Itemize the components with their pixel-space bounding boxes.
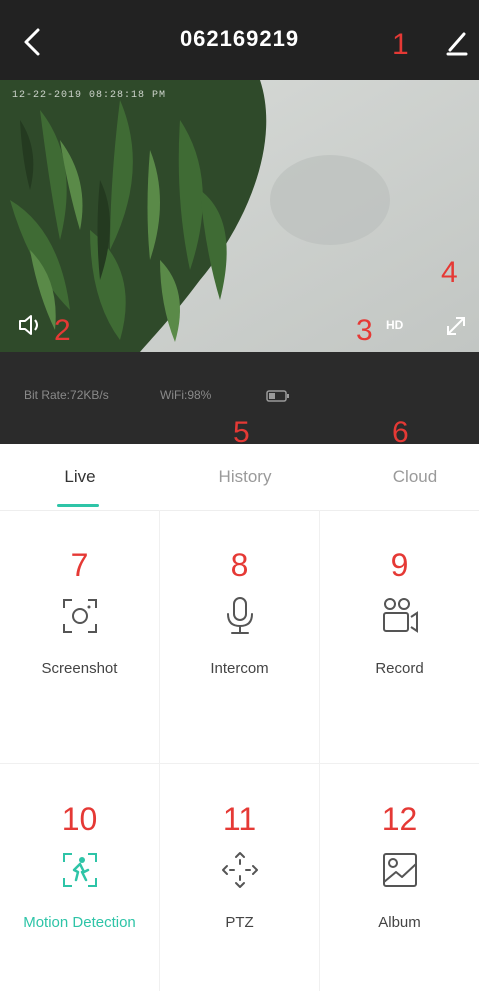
record-label: Record [375,660,424,677]
intercom-label: Intercom [210,660,269,677]
edit-button[interactable] [440,24,474,60]
speaker-icon [19,315,38,335]
live-video-view[interactable]: 12-22-2019 08:28:18 PM 2 3 HD 4 [0,80,479,352]
annotation-number-8: 8 [230,547,249,583]
tab-live[interactable]: Live [0,444,160,510]
album-label: Album [378,914,421,931]
annotation-number-3: 3 [356,314,373,347]
wifi-strength-text: WiFi:98% [160,388,212,402]
ptz-button[interactable]: 11 PTZ [160,764,319,1004]
fullscreen-button[interactable] [442,312,470,340]
annotation-number-6: 6 [392,416,409,449]
expand-icon [447,317,465,335]
album-icon [382,853,417,887]
pencil-icon [446,32,468,56]
motion-detection-button[interactable]: 10 Motion Detection [0,764,159,1004]
tab-history[interactable]: History [165,444,325,510]
annotation-number-4: 4 [441,256,458,289]
annotation-number-5: 5 [233,416,250,449]
annotation-number-10: 10 [61,801,98,837]
ptz-icon [221,852,258,888]
screenshot-button[interactable]: 7 Screenshot [0,510,159,750]
microphone-icon [226,597,253,634]
screenshot-label: Screenshot [41,660,118,677]
camera-feed-image [0,80,479,352]
motion-detection-icon [62,853,97,887]
record-icon [382,598,418,633]
album-button[interactable]: 12 Album [320,764,479,1004]
intercom-button[interactable]: 8 Intercom [160,510,319,750]
video-timestamp: 12-22-2019 08:28:18 PM [12,90,167,101]
top-bar: 062169219 1 [0,0,479,80]
annotation-number-7: 7 [70,547,89,583]
ptz-label: PTZ [225,914,254,931]
volume-button[interactable] [16,310,48,340]
battery-icon [266,390,289,402]
annotation-number-2: 2 [54,314,71,347]
screenshot-icon [62,599,97,633]
action-grid: 7 Screenshot 8 Intercom 9 Record 10 Moti… [0,510,479,991]
motion-detection-label: Motion Detection [23,914,136,931]
video-quality-button[interactable]: HD [386,318,403,332]
annotation-number-9: 9 [390,547,409,583]
view-tabs: Live History Cloud [0,444,479,511]
active-tab-indicator [57,504,99,507]
annotation-number-1: 1 [392,28,409,61]
tab-cloud[interactable]: Cloud [335,444,479,510]
bitrate-text: Bit Rate:72KB/s [24,388,109,402]
record-button[interactable]: 9 Record [320,510,479,750]
annotation-number-12: 12 [381,801,418,837]
annotation-number-11: 11 [222,801,257,837]
